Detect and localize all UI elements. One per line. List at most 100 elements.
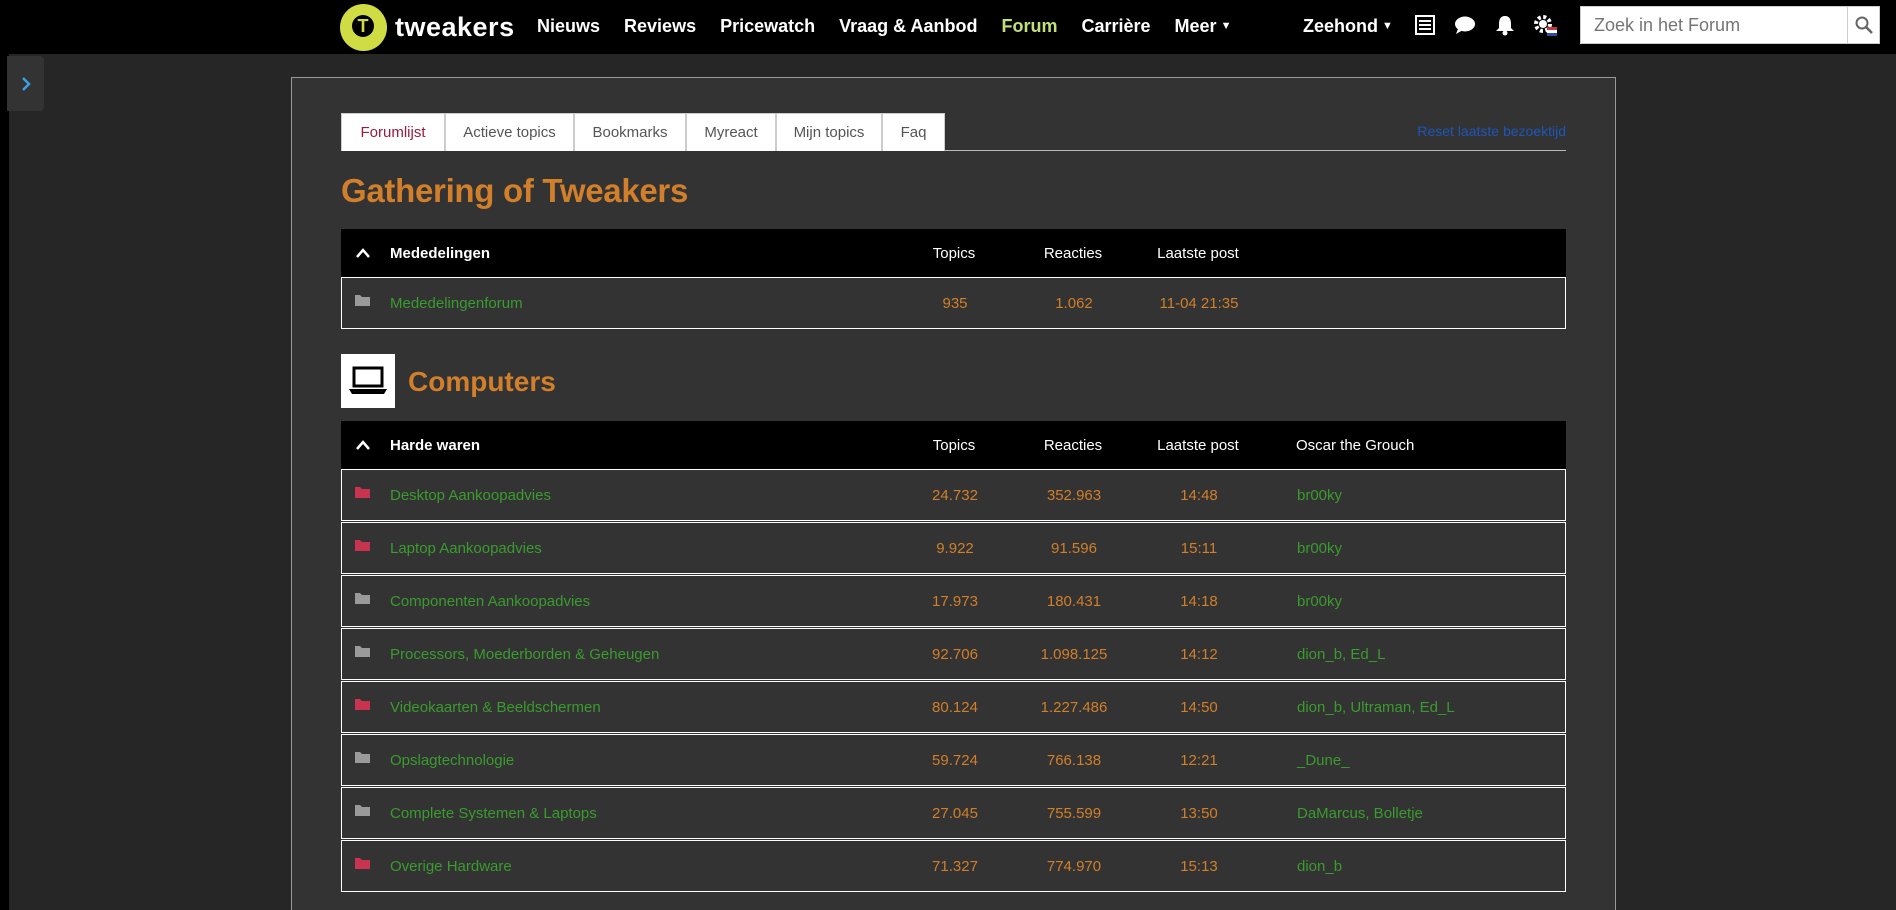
- topics-count: 935: [942, 294, 968, 312]
- header-icons: [1411, 12, 1571, 38]
- collapse-button[interactable]: [355, 421, 371, 469]
- table-row[interactable]: Complete Systemen & Laptops 27.045 755.599…: [341, 787, 1566, 839]
- reacties-count: 755.599: [1046, 804, 1102, 822]
- nav-item-meer[interactable]: Meer ▼: [1175, 16, 1232, 37]
- tab-faq[interactable]: Faq: [882, 113, 945, 151]
- laatste-post-link[interactable]: 15:13: [1144, 841, 1254, 891]
- moderators[interactable]: _Dune_: [1297, 735, 1350, 785]
- topics-count: 71.327: [932, 857, 978, 875]
- forum-name-link[interactable]: Mededelingenforum: [390, 278, 523, 328]
- table-row[interactable]: Opslagtechnologie 59.724 766.138 12:21 _Dune…: [341, 734, 1566, 786]
- column-laatste-post: Laatste post: [1157, 244, 1239, 262]
- user-menu[interactable]: Zeehond ▼: [1303, 0, 1393, 52]
- search-button[interactable]: [1847, 7, 1879, 43]
- forum-name-link[interactable]: Componenten Aankoopadvies: [390, 576, 590, 626]
- column-topics: Topics: [932, 436, 976, 454]
- sidebar-strip: [0, 54, 9, 910]
- reacties-count: 352.963: [1046, 486, 1102, 504]
- forum-name-link[interactable]: Videokaarten & Beeldschermen: [390, 682, 601, 732]
- category-title[interactable]: Harde waren: [390, 421, 480, 469]
- folder-icon: [355, 699, 370, 710]
- moderators[interactable]: br00ky: [1297, 576, 1342, 626]
- topics-count: 59.724: [932, 751, 978, 769]
- chevron-right-icon: [21, 76, 31, 91]
- nav-item-pricewatch[interactable]: Pricewatch: [720, 16, 815, 37]
- laatste-post-link[interactable]: 11-04 21:35: [1144, 278, 1254, 328]
- reacties-count: 1.062: [1055, 294, 1093, 312]
- reacties-count: 1.227.486: [1040, 698, 1108, 716]
- forum-name-link[interactable]: Laptop Aankoopadvies: [390, 523, 542, 573]
- laatste-post-link[interactable]: 14:18: [1144, 576, 1254, 626]
- table-row[interactable]: Laptop Aankoopadvies 9.922 91.596 15:11 br00…: [341, 522, 1566, 574]
- folder-icon: [355, 805, 370, 816]
- search-icon: [1855, 16, 1873, 34]
- tab-actieve-topics[interactable]: Actieve topics: [445, 113, 574, 151]
- section-title-computers: Computers: [408, 366, 556, 397]
- reacties-count: 766.138: [1046, 751, 1102, 769]
- table-row[interactable]: Overige Hardware 71.327 774.970 15:13 dion_b: [341, 840, 1566, 892]
- topics-count: 9.922: [936, 539, 974, 557]
- moderators[interactable]: dion_b, Ultraman, Ed_L: [1297, 682, 1455, 732]
- table-header-harde-waren: Harde waren Topics Reacties Laatste post…: [341, 421, 1566, 469]
- forum-panel: Forumlijst Actieve topics Bookmarks Myre…: [291, 77, 1616, 910]
- logo-wordmark: tweakers: [395, 11, 515, 42]
- tab-myreact[interactable]: Myreact: [686, 113, 776, 151]
- column-reacties: Reacties: [1043, 436, 1103, 454]
- forum-name-link[interactable]: Opslagtechnologie: [390, 735, 514, 785]
- topics-count: 92.706: [932, 645, 978, 663]
- topics-count: 17.973: [932, 592, 978, 610]
- chevron-down-icon: ▼: [1220, 20, 1232, 32]
- username: Zeehond: [1303, 15, 1378, 36]
- tab-mijn-topics[interactable]: Mijn topics: [776, 113, 882, 151]
- forum-name-link[interactable]: Overige Hardware: [390, 841, 512, 891]
- forum-tabs: Forumlijst Actieve topics Bookmarks Myre…: [341, 113, 1566, 151]
- laatste-post-link[interactable]: 13:50: [1144, 788, 1254, 838]
- list-icon[interactable]: [1411, 12, 1439, 38]
- moderators[interactable]: dion_b, Ed_L: [1297, 629, 1385, 679]
- nav-item-carriere[interactable]: Carrière: [1081, 16, 1150, 37]
- nav-item-forum[interactable]: Forum: [1001, 16, 1057, 37]
- table-row[interactable]: Processors, Moederborden & Geheugen 92.70…: [341, 628, 1566, 680]
- laatste-post-link[interactable]: 14:50: [1144, 682, 1254, 732]
- collapse-button[interactable]: [355, 229, 371, 277]
- folder-icon: [355, 752, 370, 763]
- table-row[interactable]: Desktop Aankoopadvies 24.732 352.963 14:48 b…: [341, 469, 1566, 521]
- moderators[interactable]: br00ky: [1297, 523, 1342, 573]
- reacties-count: 1.098.125: [1040, 645, 1108, 663]
- moderators[interactable]: dion_b: [1297, 841, 1342, 891]
- folder-icon: [355, 295, 370, 306]
- laatste-post-link[interactable]: 12:21: [1144, 735, 1254, 785]
- bell-icon[interactable]: [1491, 12, 1519, 38]
- moderators[interactable]: br00ky: [1297, 470, 1342, 520]
- category-title[interactable]: Mededelingen: [390, 229, 490, 277]
- forum-search: [1580, 6, 1880, 44]
- chat-icon[interactable]: [1451, 12, 1479, 38]
- top-navigation-bar: T tweakers Nieuws Reviews Pricewatch Vra…: [0, 0, 1896, 54]
- table-row[interactable]: Componenten Aankoopadvies 17.973 180.431 14…: [341, 575, 1566, 627]
- forum-name-link[interactable]: Complete Systemen & Laptops: [390, 788, 597, 838]
- reset-visit-time-link[interactable]: Reset laatste bezoektijd: [1417, 123, 1566, 139]
- nav-item-nieuws[interactable]: Nieuws: [537, 16, 600, 37]
- nav-item-vraag-aanbod[interactable]: Vraag & Aanbod: [839, 16, 977, 37]
- column-laatste-post: Laatste post: [1157, 436, 1239, 454]
- laatste-post-link[interactable]: 15:11: [1144, 523, 1254, 573]
- nav-item-reviews[interactable]: Reviews: [624, 16, 696, 37]
- tab-bookmarks[interactable]: Bookmarks: [574, 113, 686, 151]
- gear-icon[interactable]: [1531, 12, 1559, 38]
- laptop-icon: [341, 354, 395, 408]
- laatste-post-link[interactable]: 14:48: [1144, 470, 1254, 520]
- moderators[interactable]: DaMarcus, Bolletje: [1297, 788, 1423, 838]
- tab-forumlijst[interactable]: Forumlijst: [341, 113, 445, 151]
- topics-count: 24.732: [932, 486, 978, 504]
- table-row[interactable]: Videokaarten & Beeldschermen 80.124 1.227.…: [341, 681, 1566, 733]
- forum-name-link[interactable]: Desktop Aankoopadvies: [390, 470, 551, 520]
- laatste-post-link[interactable]: 14:12: [1144, 629, 1254, 679]
- reacties-count: 91.596: [1051, 539, 1097, 557]
- search-input[interactable]: [1581, 7, 1849, 43]
- folder-icon: [355, 646, 370, 657]
- table-row[interactable]: Mededelingenforum 935 1.062 11-04 21:35: [341, 277, 1566, 329]
- tweakers-logo[interactable]: T tweakers: [340, 2, 515, 52]
- forum-name-link[interactable]: Processors, Moederborden & Geheugen: [390, 629, 659, 679]
- sidebar-toggle-button[interactable]: [7, 56, 44, 111]
- folder-icon: [355, 487, 370, 498]
